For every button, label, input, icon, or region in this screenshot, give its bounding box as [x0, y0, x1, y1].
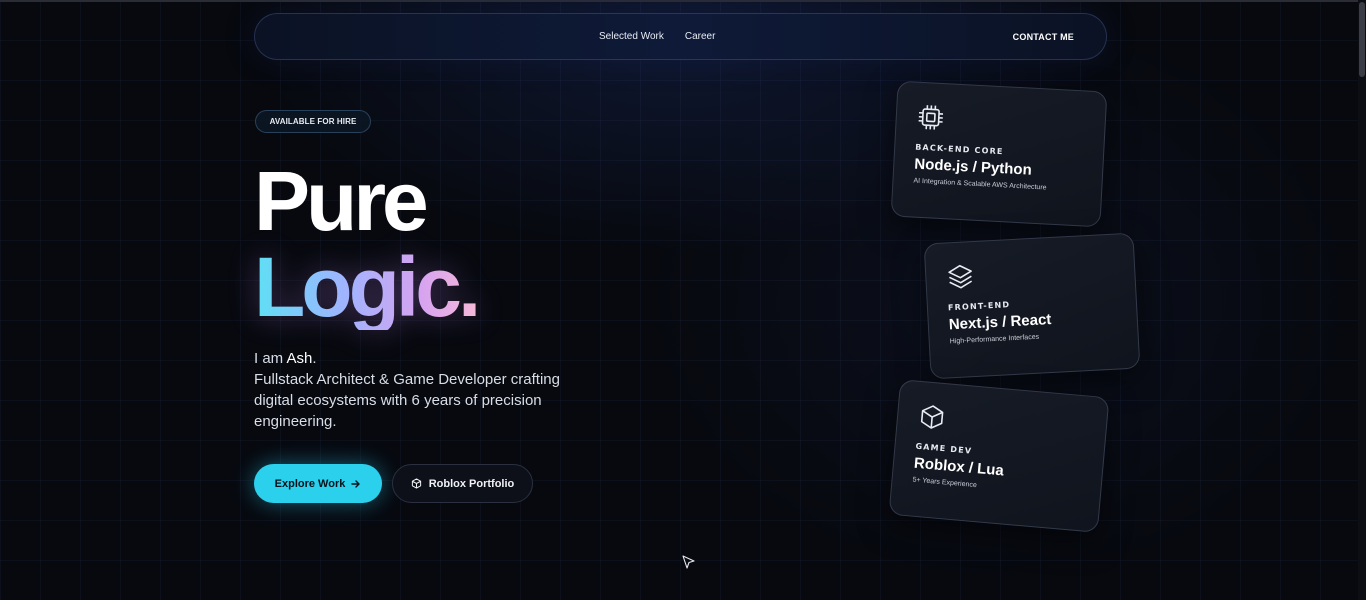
mouse-cursor-icon	[682, 555, 695, 569]
availability-badge: AVAILABLE FOR HIRE	[255, 110, 371, 133]
hero-intro: I am Ash.	[254, 348, 584, 369]
background-glow	[0, 0, 1366, 600]
cpu-chip-icon	[918, 105, 944, 130]
hero-description: I am Ash. Fullstack Architect & Game Dev…	[254, 348, 584, 432]
hero-title-line-1: Pure	[254, 154, 429, 248]
explore-work-button[interactable]: Explore Work	[254, 464, 382, 503]
contact-me-link[interactable]: CONTACT ME	[1013, 32, 1074, 42]
cube-icon	[411, 478, 421, 489]
nav-link-selected-work[interactable]: Selected Work	[599, 31, 664, 42]
scrollbar-thumb[interactable]	[1359, 2, 1365, 77]
background-grid	[0, 0, 1366, 600]
nav-link-career[interactable]: Career	[685, 31, 716, 42]
skill-card-gamedev: GAME DEV Roblox / Lua 5+ Years Experienc…	[888, 379, 1110, 533]
skill-card-backend: BACK-END CORE Node.js / Python AI Integr…	[890, 80, 1108, 228]
explore-work-label: Explore Work	[274, 477, 346, 490]
roblox-portfolio-label: Roblox Portfolio	[428, 477, 515, 490]
skill-card-frontend: FRONT-END Next.js / React High-Performan…	[923, 232, 1141, 380]
hero-title-line-2: Logic.	[254, 240, 481, 334]
arrow-right-icon	[351, 479, 361, 488]
layers-icon	[948, 264, 973, 289]
intro-suffix: .	[312, 350, 317, 367]
hero-title: Pure Logic.	[254, 154, 481, 334]
navbar: Selected Work Career CONTACT ME	[254, 13, 1107, 60]
intro-prefix: I am	[254, 350, 287, 367]
roblox-portfolio-button[interactable]: Roblox Portfolio	[392, 464, 533, 503]
page-scrollbar[interactable]	[1358, 0, 1366, 600]
nav-links: Selected Work Career	[599, 31, 715, 42]
cube-icon	[920, 405, 944, 429]
hero-tagline: Fullstack Architect & Game Developer cra…	[254, 371, 560, 430]
author-name: Ash	[286, 350, 313, 367]
browser-top-edge	[0, 0, 1366, 2]
